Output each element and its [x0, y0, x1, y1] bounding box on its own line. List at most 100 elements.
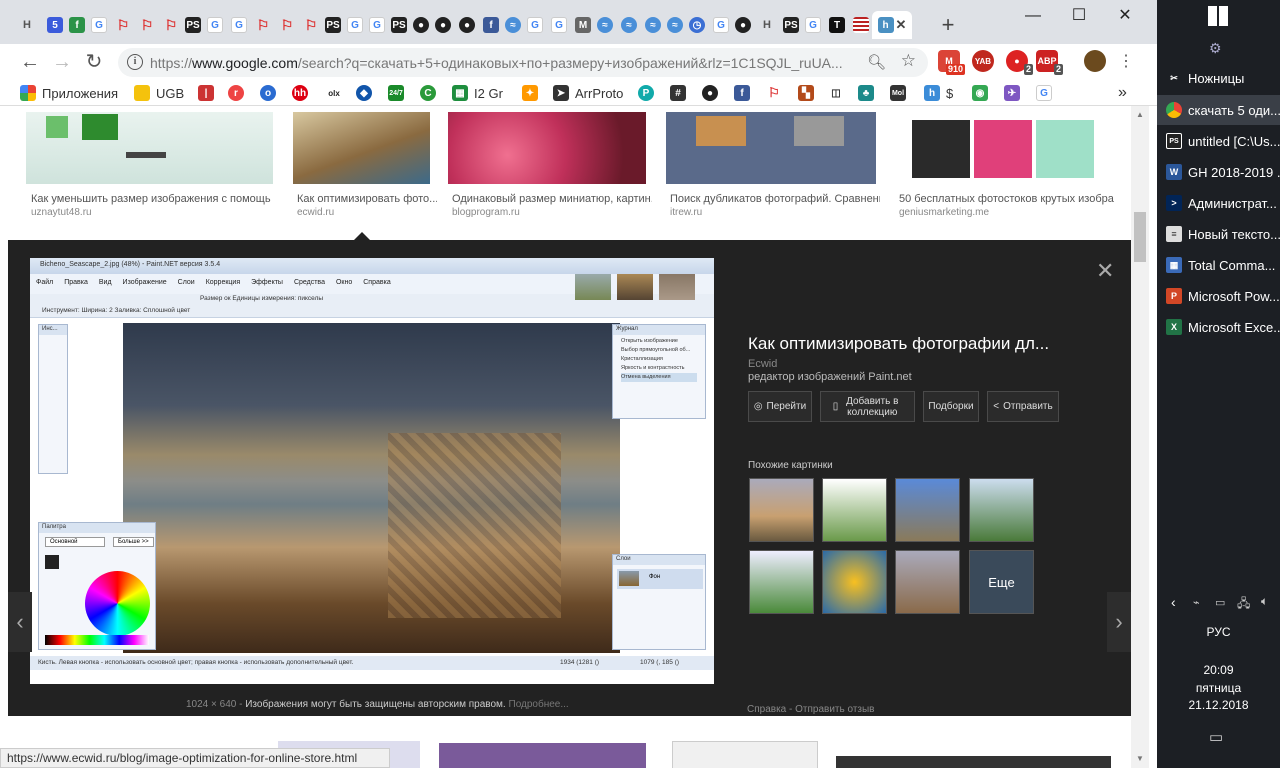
tab[interactable]: ●: [732, 11, 754, 39]
bookmark[interactable]: ⚐: [766, 83, 788, 103]
zoom-icon[interactable]: 🔍︎: [867, 53, 886, 71]
tab[interactable]: 5: [44, 11, 66, 39]
maximize-button[interactable]: ☐: [1056, 4, 1102, 28]
tray-icon[interactable]: ⌁: [1193, 596, 1200, 609]
collections-button[interactable]: Подборки: [923, 391, 979, 422]
tab[interactable]: ⚐: [112, 11, 134, 39]
tab[interactable]: T: [826, 11, 848, 39]
similar-image[interactable]: [969, 478, 1034, 542]
tab-active[interactable]: h ✕: [872, 11, 912, 39]
more-similar-button[interactable]: Еще: [969, 550, 1034, 614]
tab[interactable]: ≈: [664, 11, 686, 39]
bookmark[interactable]: olx: [326, 83, 348, 103]
bookmark[interactable]: G: [1036, 83, 1058, 103]
tab[interactable]: G: [204, 11, 226, 39]
scrollbar[interactable]: ▲ ▼: [1131, 106, 1149, 768]
abp-extension-icon[interactable]: ABP 2: [1036, 50, 1063, 75]
bookmark-dollar[interactable]: h $: [924, 83, 953, 103]
taskbar-item[interactable]: ✂ Ножницы: [1157, 63, 1280, 93]
tab[interactable]: G: [524, 11, 546, 39]
tab[interactable]: PS: [322, 11, 344, 39]
taskbar-item[interactable]: W GH 2018-2019 ...: [1157, 157, 1280, 187]
result-thumbnail[interactable]: [448, 112, 646, 184]
bookmark[interactable]: ✈: [1004, 83, 1026, 103]
result-thumbnail[interactable]: [439, 743, 646, 768]
share-button[interactable]: < Отправить: [987, 391, 1059, 422]
reload-button[interactable]: ↻: [82, 50, 106, 74]
prev-image-arrow-icon[interactable]: ‹: [8, 592, 32, 652]
scroll-down-icon[interactable]: ▼: [1136, 754, 1144, 763]
bookmark[interactable]: hh: [292, 83, 314, 103]
new-tab-button[interactable]: +: [936, 12, 960, 38]
save-button[interactable]: ▯ Добавить в коллекцию: [820, 391, 915, 422]
tab[interactable]: ≈: [618, 11, 640, 39]
gmail-extension-icon[interactable]: M 910: [938, 50, 965, 75]
bookmark[interactable]: C: [420, 83, 442, 103]
visit-button[interactable]: ◎ Перейти: [748, 391, 812, 422]
yab-extension-icon[interactable]: YAB: [972, 50, 994, 72]
bookmark-i2gr[interactable]: ▦ I2 Gr: [452, 83, 503, 103]
tab[interactable]: G: [344, 11, 366, 39]
tab[interactable]: PS: [780, 11, 802, 39]
tab[interactable]: ◷: [686, 11, 708, 39]
bookmark[interactable]: f: [734, 83, 756, 103]
bookmark-arrproto[interactable]: ➤ ArrProto: [553, 83, 623, 103]
result-thumbnail[interactable]: [666, 112, 876, 184]
bookmark[interactable]: ▚: [798, 83, 820, 103]
similar-image[interactable]: [749, 550, 814, 614]
bookmark[interactable]: 24/7: [388, 83, 410, 103]
close-window-button[interactable]: ✕: [1102, 4, 1148, 28]
tab-h[interactable]: H: [756, 11, 778, 39]
info-icon[interactable]: i: [127, 54, 143, 70]
taskbar-item[interactable]: X Microsoft Exce...: [1157, 312, 1280, 342]
result-thumbnail[interactable]: [836, 756, 1111, 768]
battery-icon[interactable]: ▭: [1215, 596, 1225, 609]
taskbar-item[interactable]: > Администрат...: [1157, 188, 1280, 218]
menu-icon[interactable]: ⋮: [1114, 50, 1138, 74]
tray-expand-icon[interactable]: ‹: [1171, 594, 1176, 610]
bookmark[interactable]: #: [670, 83, 692, 103]
network-icon[interactable]: 🖧︎: [1237, 594, 1250, 615]
bookmark-star-icon[interactable]: ☆: [901, 51, 916, 71]
input-language[interactable]: РУС: [1157, 625, 1280, 639]
cortana-icon[interactable]: ⚙: [1209, 40, 1222, 57]
bookmark[interactable]: ◫: [828, 83, 850, 103]
result-thumbnail[interactable]: [672, 741, 818, 768]
result-caption[interactable]: Одинаковый размер миниатюр, картин...: [452, 193, 652, 205]
bookmark[interactable]: r: [228, 83, 250, 103]
result-caption[interactable]: Поиск дубликатов фотографий. Сравнени...: [670, 193, 880, 205]
adblock-extension-icon[interactable]: ● 2: [1006, 50, 1033, 75]
bookmark-apps[interactable]: Приложения: [20, 83, 118, 103]
tab[interactable]: ≈: [594, 11, 616, 39]
scrollbar-thumb[interactable]: [1134, 212, 1146, 262]
tab[interactable]: ≈: [642, 11, 664, 39]
tab[interactable]: G: [366, 11, 388, 39]
result-thumbnail[interactable]: [896, 112, 1111, 184]
profile-avatar[interactable]: [1084, 50, 1106, 72]
clock-time[interactable]: 20:09: [1157, 663, 1280, 677]
similar-image[interactable]: [895, 550, 960, 614]
tab[interactable]: PS: [182, 11, 204, 39]
bookmarks-more[interactable]: »: [1118, 83, 1127, 103]
volume-icon[interactable]: 🔈︎: [1261, 594, 1268, 609]
taskbar-item[interactable]: PS untitled [C:\Us...: [1157, 126, 1280, 156]
similar-image[interactable]: [749, 478, 814, 542]
bookmark[interactable]: ◆: [356, 83, 378, 103]
similar-image[interactable]: [895, 478, 960, 542]
url-text[interactable]: https://www.google.com/search?q=скачать+…: [150, 55, 850, 71]
close-tab-icon[interactable]: ✕: [896, 17, 907, 33]
preview-title[interactable]: Как оптимизировать фотографии дл...: [748, 334, 1049, 354]
bookmark[interactable]: ♣: [858, 83, 880, 103]
tab[interactable]: PS: [388, 11, 410, 39]
back-button[interactable]: ←: [18, 50, 42, 74]
tab[interactable]: ≈: [502, 11, 524, 39]
preview-image[interactable]: Bicheno_Seascape_2.jpg (48%) - Paint.NET…: [30, 258, 714, 684]
tab[interactable]: ⚐: [136, 11, 158, 39]
help-link[interactable]: Справка: [747, 704, 786, 715]
bookmark[interactable]: ◉: [972, 83, 994, 103]
windows-start-icon[interactable]: [1208, 6, 1228, 26]
bookmark-ugb[interactable]: UGB: [134, 83, 184, 103]
tab[interactable]: ●: [432, 11, 454, 39]
bookmark[interactable]: |: [198, 83, 220, 103]
taskbar-item[interactable]: P Microsoft Pow...: [1157, 281, 1280, 311]
